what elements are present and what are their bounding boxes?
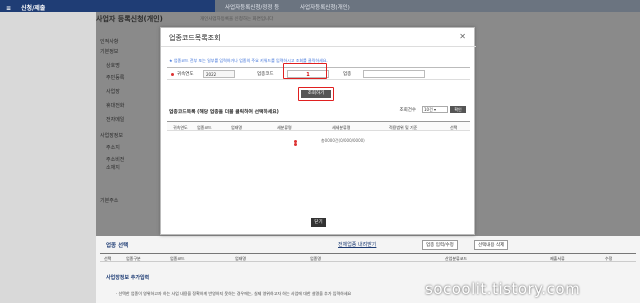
th-subsub: 세세분류명 [332,125,351,130]
menu-label: 신청/제출 [21,5,46,12]
count-label: 조회건수 [399,108,416,113]
watermark: socoolit.tistory.com [425,280,581,298]
th-sub: 세분류명 [277,125,292,130]
result-row[interactable]: 총0000건(0/000/0000) [321,138,365,144]
name-input[interactable] [363,70,425,78]
menu-section[interactable]: ≡ 신청/제출 [0,0,215,12]
row-marker-icon [294,143,297,146]
top-nav: ≡ 신청/제출 사업자등록신청/정정 등 사업자등록신청(개인) [0,0,640,12]
side-label-4: 사업장 [106,89,120,95]
breadcrumb-1[interactable]: 사업자등록신청/정정 등 [225,3,279,11]
side-label-11: 기본주소 [100,198,119,204]
modal-divider [161,46,476,47]
close-icon[interactable]: ✕ [459,32,466,41]
search-highlight [298,87,334,101]
left-sidebar [0,12,96,303]
list-title: 업종코드목록 (해당 업종을 더블 클릭하여 선택하세요) [169,110,279,115]
col-name: 업종명 [310,256,322,261]
side-label-5: 휴대전화 [106,103,125,109]
side-label-1: 기본정보 [100,49,119,55]
delete-selection-button[interactable]: 선택내용 삭제 [474,240,509,250]
th-year: 귀속연도 [173,125,188,130]
code-table-header: 귀속연도 업종코드 업태명 세분류명 세세분류명 적용범위 및 기준 선택 [167,121,470,131]
page-subtitle: 개인사업자등록을 신청하는 화면입니다 [200,17,274,22]
th-select: 선택 [450,125,458,130]
year-input[interactable]: 2022 [203,70,235,78]
side-label-6: 전자메일 [106,117,125,123]
breadcrumb-2[interactable]: 사업자등록신청(개인) [300,3,350,11]
confirm-button[interactable]: 확인 [450,106,466,113]
edit-industry-button[interactable]: 업종 입력/수정 [422,240,458,250]
side-label-7: 사업장정보 [100,133,124,139]
industry-code-modal: 업종코드목록조회 ✕ ★ 업종코드 전부 또는 일부를 입력하거나 업종의 주요… [160,27,476,235]
col-type: 업종구분 [126,256,141,261]
year-label: 귀속연도 [177,72,194,77]
code-highlight [283,63,327,79]
side-label-3: 주민등록 [106,75,125,81]
code-label: 업종코드 [257,72,274,77]
side-label-2: 상호명 [106,63,120,69]
industry-section-title: 업종 선택 [106,243,129,249]
count-select[interactable]: 10건 ▾ [422,106,448,113]
col-select: 선택 [104,256,112,261]
col-docs: 제출서류 [550,256,565,261]
col-edit: 수정 [605,256,613,261]
page-title: 사업자 등록신청(개인) [96,15,163,23]
col-class: 산업분류코드 [445,256,468,261]
side-label-9: 주소비전 [106,157,125,163]
industry-table-header: 선택 업종구분 업종코드 업태명 업종명 산업분류코드 제출서류 수정 [100,253,636,262]
col-biz: 업태명 [235,256,247,261]
th-range: 적용범위 및 기준 [389,125,418,130]
modal-title: 업종코드목록조회 [169,34,221,42]
side-label-8: 주소지 [106,145,120,151]
name-label: 업종 [343,72,352,77]
download-all-link[interactable]: 전체업종 내려받기 [338,241,376,248]
th-code: 업종코드 [197,125,212,130]
side-label-0: 인적사항 [100,39,119,45]
th-biz: 업태명 [231,125,243,130]
required-dot-icon [171,73,174,76]
count-select-value: 10건 [424,107,433,112]
close-button[interactable]: 닫기 [311,218,326,227]
side-label-10: 소재지 [106,165,120,171]
col-code: 업종코드 [170,256,185,261]
extra-info-title: 사업장정보 추가입력 [106,275,150,281]
